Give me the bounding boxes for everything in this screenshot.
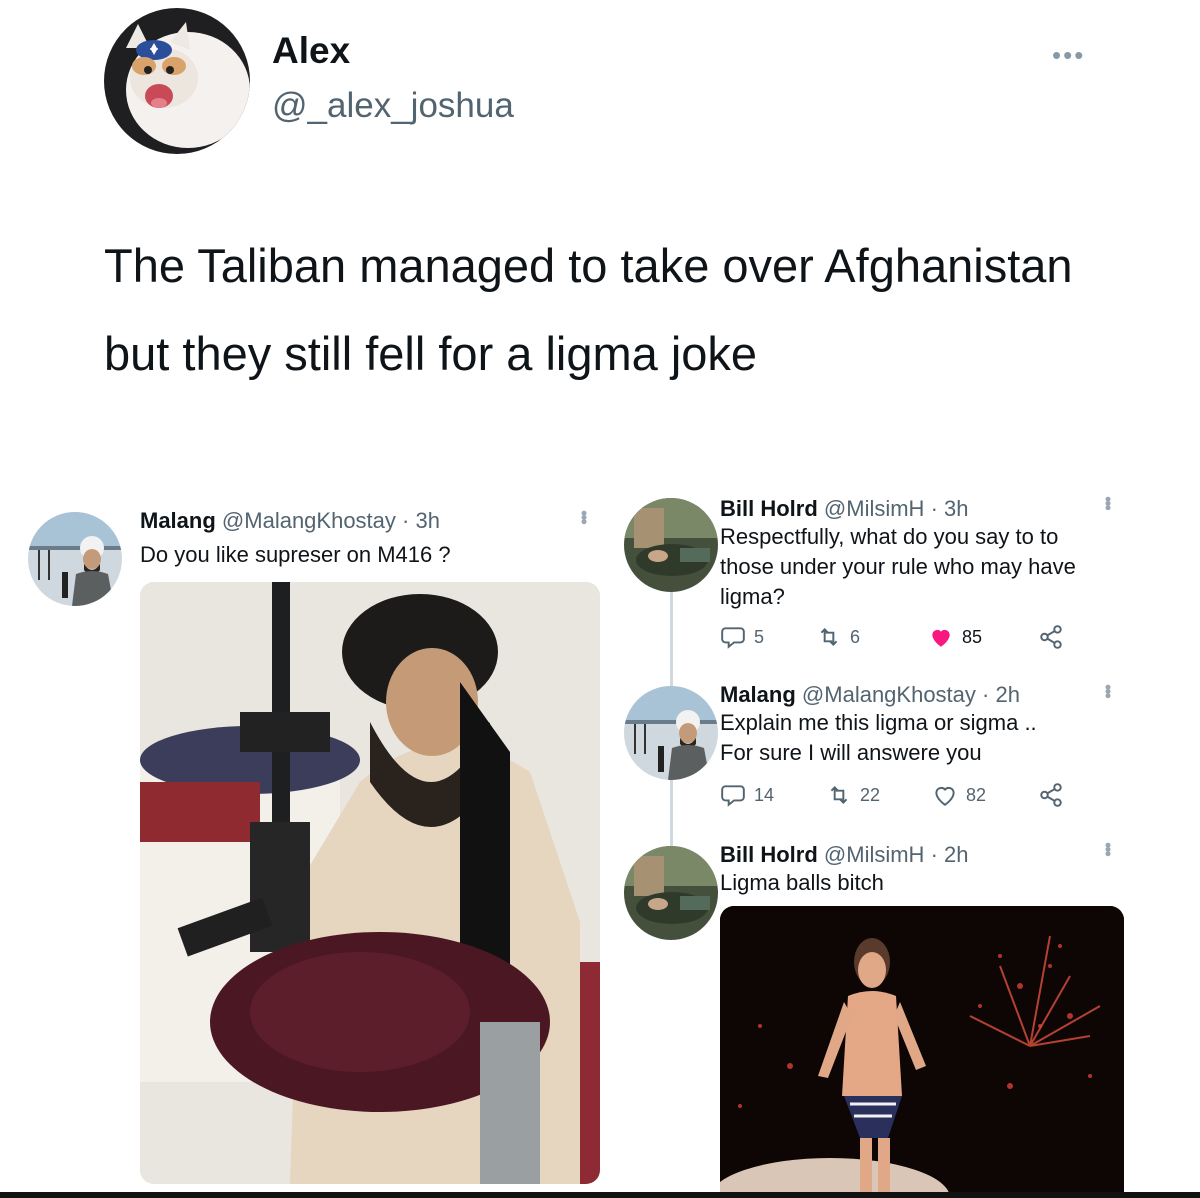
reply-actions: 5 6 85 (720, 624, 1064, 650)
author-avatar[interactable] (104, 8, 250, 154)
share-button[interactable] (1038, 624, 1064, 650)
reply-author-handle[interactable]: @MilsimH (824, 842, 925, 867)
reply-time[interactable]: · 3h (931, 496, 969, 521)
author-handle[interactable]: @_alex_joshua (272, 86, 514, 126)
reply-icon (721, 627, 745, 649)
like-count: 82 (966, 784, 987, 805)
quoted-tweet-text: Do you like supreser on M416 ? (140, 542, 451, 567)
reply-count: 14 (754, 784, 775, 805)
more-options-icon[interactable]: ••• (1052, 40, 1085, 71)
divider (0, 1192, 1200, 1198)
reply-author-handle[interactable]: @MilsimH (824, 496, 925, 521)
quoted-tweet-header: Malang @MalangKhostay · 3h (140, 508, 440, 534)
heart-icon (932, 629, 950, 647)
reply-text: Ligma balls bitch (720, 870, 884, 895)
reply-header: Bill Holrd @MilsimH · 3h (720, 496, 969, 522)
retweet-count: 6 (850, 626, 861, 647)
reply-author-name[interactable]: Bill Holrd (720, 842, 818, 867)
share-icon (1040, 783, 1062, 807)
reply-icon (721, 785, 745, 807)
more-icon[interactable]: ••• (574, 510, 594, 523)
reply-text: Explain me this ligma or sigma .. For su… (720, 710, 1037, 765)
share-icon (1040, 625, 1062, 649)
reply-count: 5 (754, 626, 765, 647)
retweet-icon (820, 628, 838, 646)
reply-button[interactable]: 14 (720, 782, 826, 808)
reply-gif[interactable] (720, 906, 1124, 1198)
quoted-tweet-photo[interactable] (140, 582, 600, 1184)
reply-author-handle[interactable]: @MalangKhostay (802, 682, 976, 707)
reply-header: Bill Holrd @MilsimH · 2h (720, 842, 969, 868)
more-icon[interactable]: ••• (1098, 842, 1118, 855)
retweet-button[interactable]: 6 (816, 624, 928, 650)
quoted-author-name[interactable]: Malang (140, 508, 216, 533)
reply-button[interactable]: 5 (720, 624, 816, 650)
retweet-icon (830, 786, 848, 804)
reply-header: Malang @MalangKhostay · 2h (720, 682, 1020, 708)
reply-text: Respectfully, what do you say to to thos… (720, 524, 1076, 609)
reply-actions: 14 22 82 (720, 782, 1064, 808)
like-button[interactable]: 85 (928, 624, 1038, 650)
heart-icon (935, 787, 955, 806)
reply-avatar[interactable] (624, 498, 718, 592)
reply-avatar[interactable] (624, 846, 718, 940)
tweet-text: The Taliban managed to take over Afghani… (104, 239, 1073, 380)
quoted-time[interactable]: · 3h (402, 508, 440, 533)
more-icon[interactable]: ••• (1098, 496, 1118, 509)
retweet-button[interactable]: 22 (826, 782, 932, 808)
reply-time[interactable]: · 2h (931, 842, 969, 867)
reply-author-name[interactable]: Bill Holrd (720, 496, 818, 521)
like-button[interactable]: 82 (932, 782, 1038, 808)
more-icon[interactable]: ••• (1098, 684, 1118, 697)
quoted-avatar[interactable] (28, 512, 122, 606)
retweet-count: 22 (860, 784, 881, 805)
reply-author-name[interactable]: Malang (720, 682, 796, 707)
reply-time[interactable]: · 2h (982, 682, 1020, 707)
author-name[interactable]: Alex (272, 30, 350, 72)
reply-avatar[interactable] (624, 686, 718, 780)
quoted-author-handle[interactable]: @MalangKhostay (222, 508, 396, 533)
share-button[interactable] (1038, 782, 1064, 808)
thread-connector (670, 582, 673, 690)
like-count: 85 (962, 626, 983, 647)
